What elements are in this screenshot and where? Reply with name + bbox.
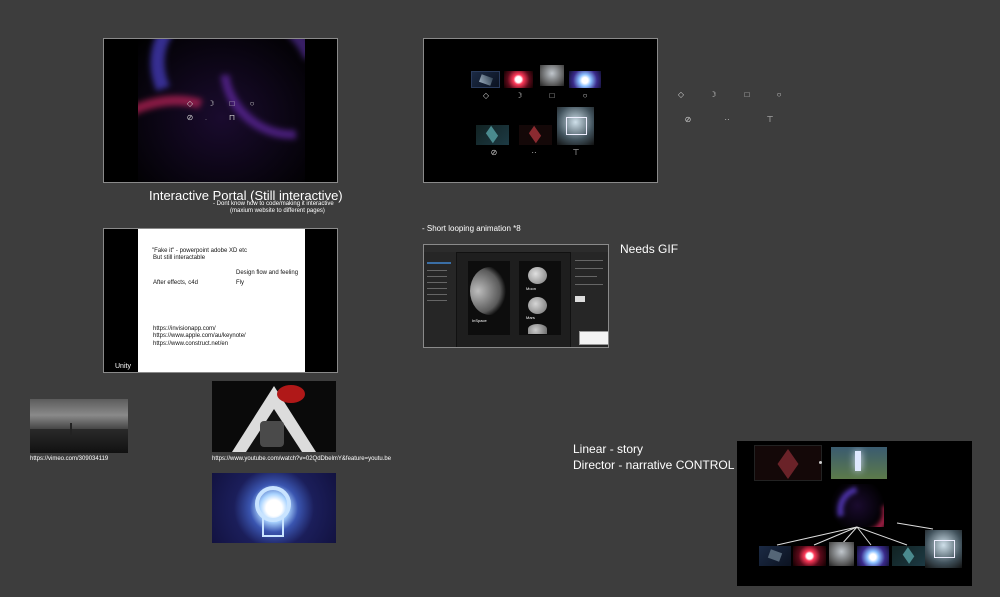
slide-page: "Fake it" - powerpoint adobe XD etc But … xyxy=(138,229,305,372)
menu-dash-icon[interactable]: ·· xyxy=(528,149,540,157)
portal-canvas xyxy=(138,39,305,182)
mars-image xyxy=(528,297,547,314)
thumb-red-plane[interactable] xyxy=(519,125,552,145)
menu-pill-icon[interactable]: ⊘ xyxy=(488,149,500,157)
thumb-fog[interactable] xyxy=(540,65,564,86)
youtube-link[interactable]: https://www.youtube.com/watch?v=02QdDbel… xyxy=(212,456,391,462)
linear-note: Linear - story xyxy=(573,442,644,456)
xd-tooltip xyxy=(579,331,608,345)
circle-icon[interactable]: ○ xyxy=(246,100,258,108)
crescent-icon[interactable]: ☽ xyxy=(205,100,217,108)
youtube-reference-image[interactable] xyxy=(212,381,336,452)
menu-diamond-icon[interactable]: ◇ xyxy=(480,92,492,100)
flow-teal-plane-thumb[interactable] xyxy=(892,546,926,566)
still-interactable-text: But still interactable xyxy=(153,255,206,261)
vimeo-link[interactable]: https://vimeo.com/309034119 xyxy=(30,456,108,462)
loose-circle-icon: ○ xyxy=(776,90,782,99)
xd-artboard-planets[interactable]: Moon Mars xyxy=(519,261,561,335)
loose-pill-icon: ⊘ xyxy=(684,115,692,124)
thumbnail-menu-preview[interactable]: ◇ ☽ □ ○ ⊘ ·· ⊤ xyxy=(423,38,658,183)
square-icon[interactable]: □ xyxy=(226,100,238,108)
design-flow-text: Design flow and feeling xyxy=(236,270,299,276)
crescent-moon-image xyxy=(470,267,510,315)
thumb-teal-plane[interactable] xyxy=(476,125,509,145)
thumb-cabinet[interactable] xyxy=(557,107,594,145)
flow-blue-glow-thumb[interactable] xyxy=(857,546,889,566)
glowing-portal-image[interactable] xyxy=(212,473,336,543)
diamond-icon[interactable]: ◇ xyxy=(184,100,196,108)
loose-square-icon: □ xyxy=(744,90,750,99)
menu-arch-icon[interactable]: ⊤ xyxy=(570,149,582,157)
moon-image xyxy=(528,267,547,284)
loose-diamond-icon: ◇ xyxy=(677,90,685,99)
looping-note: - Short looping animation *8 xyxy=(422,224,521,233)
narrative-flow-diagram xyxy=(737,441,972,586)
loose-crescent-icon: ☽ xyxy=(709,90,717,99)
thumb-red-glow[interactable] xyxy=(504,71,533,88)
menu-square-icon[interactable]: □ xyxy=(546,92,558,100)
flow-red-glow-thumb[interactable] xyxy=(793,546,826,566)
loose-arch-icon: ⊤ xyxy=(766,115,774,124)
vimeo-reference-image[interactable] xyxy=(30,399,128,453)
portal-preview[interactable]: ◇ ☽ □ ○ ⊘ · ⊓ xyxy=(103,38,338,183)
xd-layers-panel xyxy=(424,252,457,347)
inspace-title: InSpace xyxy=(472,318,487,323)
flow-fog-thumb[interactable] xyxy=(829,542,854,566)
planet-image-3 xyxy=(528,324,547,334)
after-effects-text: After effects, c4d xyxy=(153,280,198,286)
fly-text: Fly xyxy=(236,280,244,286)
invision-link[interactable]: https://invisionapp.com/ xyxy=(153,326,216,333)
thumb-blue-glow[interactable] xyxy=(569,71,601,88)
fake-it-slide[interactable]: "Fake it" - powerpoint adobe XD etc But … xyxy=(103,228,338,373)
menu-circle-icon[interactable]: ○ xyxy=(579,92,591,100)
pill-icon[interactable]: ⊘ xyxy=(184,114,196,122)
unity-label: Unity xyxy=(115,363,131,370)
director-note: Director - narrative CONTROL xyxy=(573,458,735,472)
flow-cabinet-thumb[interactable] xyxy=(925,530,962,568)
flow-stars-thumb[interactable] xyxy=(759,546,791,566)
xd-prototype-screenshot[interactable]: InSpace Moon Mars xyxy=(423,244,609,348)
construct-link[interactable]: https://www.construct.net/en xyxy=(153,341,228,348)
thumb-stars[interactable] xyxy=(471,71,500,88)
arch-icon[interactable]: ⊓ xyxy=(226,114,238,122)
keynote-link[interactable]: https://www.apple.com/au/keynote/ xyxy=(153,333,246,340)
menu-crescent-icon[interactable]: ☽ xyxy=(513,92,525,100)
mars-label: Mars xyxy=(526,315,535,320)
moon-label: Moon xyxy=(526,286,537,291)
loose-dash-icon: ·· xyxy=(724,115,730,124)
portal-note-2: (maxium website to different pages) xyxy=(230,208,325,214)
dash-icon[interactable]: · xyxy=(200,116,212,124)
portal-note-1: - Dont know how to code/making it intera… xyxy=(213,201,334,207)
fake-it-text: "Fake it" - powerpoint adobe XD etc xyxy=(152,248,247,254)
xd-artboard-inspace[interactable]: InSpace xyxy=(468,261,510,335)
needs-gif-note: Needs GIF xyxy=(620,242,679,256)
